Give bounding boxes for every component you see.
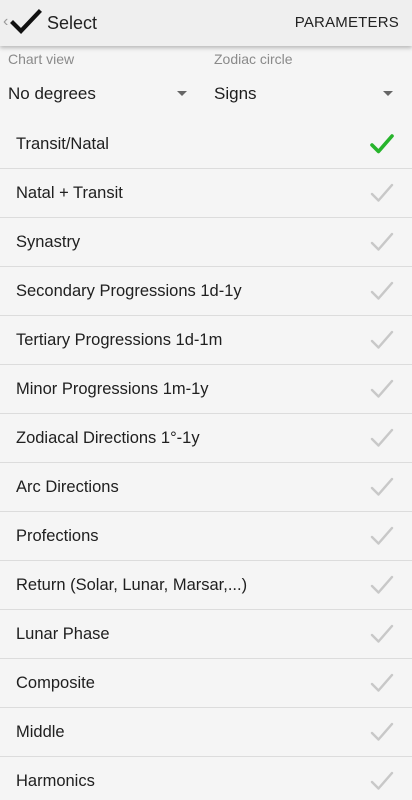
list-item[interactable]: Composite [0, 659, 412, 708]
check-icon [370, 281, 394, 300]
check-icon [370, 330, 394, 349]
list-item-label: Synastry [16, 233, 81, 251]
check-icon [370, 575, 394, 594]
chart-view-value: No degrees [8, 84, 96, 103]
list-item[interactable]: Return (Solar, Lunar, Marsar,...) [0, 561, 412, 610]
list-item[interactable]: Transit/Natal [0, 120, 412, 169]
zodiac-circle-value: Signs [214, 84, 257, 103]
zodiac-circle-label: Zodiac circle [214, 51, 293, 67]
check-icon [370, 232, 394, 251]
list-item-label: Arc Directions [16, 478, 119, 496]
page-title[interactable]: Select [47, 12, 97, 34]
check-icon [370, 624, 394, 643]
list-item[interactable]: Harmonics [0, 757, 412, 800]
check-icon [370, 379, 394, 398]
list-item[interactable]: Secondary Progressions 1d-1y [0, 267, 412, 316]
chart-options: Chart view No degrees Zodiac circle Sign… [0, 46, 412, 120]
list-item-label: Profections [16, 527, 99, 545]
check-icon [370, 477, 394, 496]
list-item[interactable]: Lunar Phase [0, 610, 412, 659]
list-item-label: Secondary Progressions 1d-1y [16, 282, 242, 300]
dropdown-arrow-icon [177, 91, 187, 96]
list-item[interactable]: Zodiacal Directions 1°-1y [0, 414, 412, 463]
list-item-label: Minor Progressions 1m-1y [16, 380, 209, 398]
list-item-label: Middle [16, 723, 65, 741]
check-icon [370, 183, 394, 202]
list-item[interactable]: Arc Directions [0, 463, 412, 512]
check-icon [370, 134, 394, 154]
list-item[interactable]: Profections [0, 512, 412, 561]
check-icon[interactable] [10, 8, 42, 36]
chart-type-list: Transit/Natal Natal + Transit Synastry Seco… [0, 120, 412, 800]
chart-view-label: Chart view [8, 51, 75, 67]
list-item-label: Tertiary Progressions 1d-1m [16, 331, 223, 349]
list-item[interactable]: Natal + Transit [0, 169, 412, 218]
list-item-label: Natal + Transit [16, 184, 123, 202]
list-item-label: Zodiacal Directions 1°-1y [16, 429, 200, 447]
check-icon [370, 526, 394, 545]
check-icon [370, 771, 394, 790]
check-icon [370, 428, 394, 447]
list-item-label: Harmonics [16, 772, 95, 790]
list-item-label: Composite [16, 674, 95, 692]
parameters-button[interactable]: PARAMETERS [295, 13, 399, 33]
list-item[interactable]: Tertiary Progressions 1d-1m [0, 316, 412, 365]
list-item-label: Return (Solar, Lunar, Marsar,...) [16, 576, 248, 594]
dropdown-arrow-icon [383, 91, 393, 96]
list-item-label: Lunar Phase [16, 625, 110, 643]
list-item[interactable]: Middle [0, 708, 412, 757]
list-item[interactable]: Synastry [0, 218, 412, 267]
app-screen: ‹ Select PARAMETERS Chart view No degree… [0, 0, 412, 800]
action-bar: ‹ Select PARAMETERS [0, 0, 412, 46]
list-item[interactable]: Minor Progressions 1m-1y [0, 365, 412, 414]
check-icon [370, 673, 394, 692]
check-icon [370, 722, 394, 741]
list-item-label: Transit/Natal [16, 135, 109, 153]
